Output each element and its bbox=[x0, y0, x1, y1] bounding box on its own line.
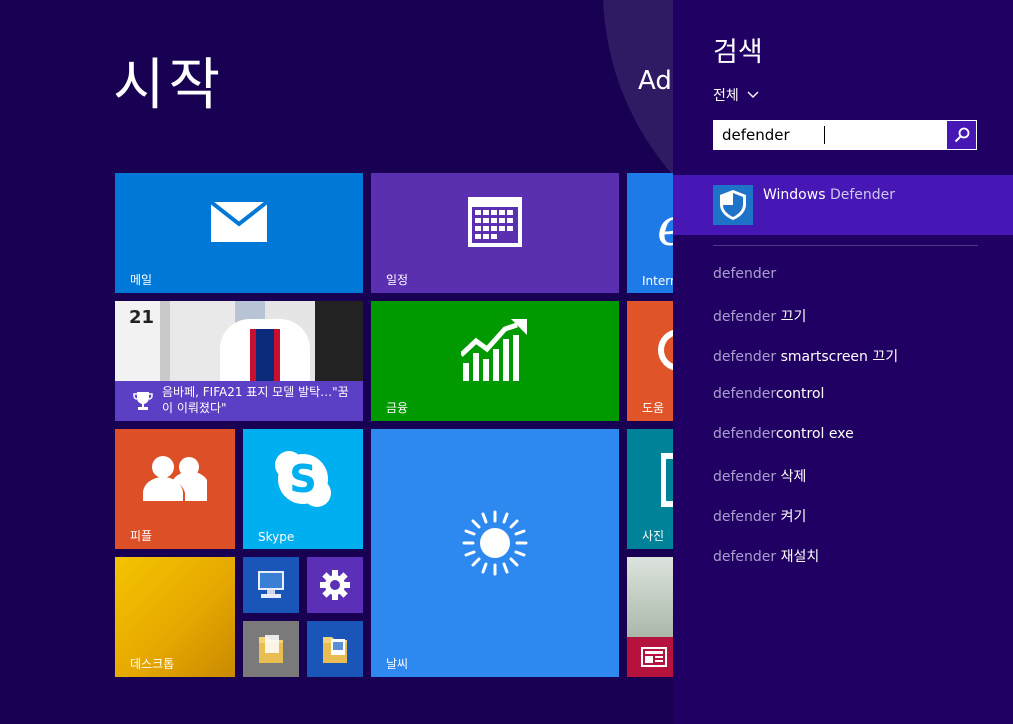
search-pane: 검색 전체 Windows Defender defender bbox=[673, 0, 1013, 724]
result-divider bbox=[713, 245, 978, 246]
settings-gear-icon bbox=[320, 570, 350, 600]
tile-skype[interactable]: S Skype bbox=[243, 429, 363, 549]
search-suggestion[interactable]: defender 끄기 bbox=[713, 306, 806, 326]
tile-help[interactable]: 도움 bbox=[627, 301, 673, 421]
result-app-tile bbox=[713, 185, 753, 225]
search-pane-title: 검색 bbox=[713, 37, 763, 68]
tile-label: 날씨 bbox=[386, 657, 409, 671]
chevron-down-icon bbox=[747, 91, 759, 98]
tile-label: 일정 bbox=[386, 273, 409, 287]
search-suggestion[interactable]: defendercontrol exe bbox=[713, 426, 854, 442]
tile-label: 메일 bbox=[130, 273, 153, 287]
tile-caption-bar bbox=[627, 637, 673, 677]
mail-icon bbox=[211, 202, 267, 242]
tile-file-explorer[interactable] bbox=[243, 621, 299, 677]
tile-label: Skype bbox=[258, 530, 295, 544]
search-scope-label: 전체 bbox=[713, 88, 739, 104]
news-icon bbox=[641, 647, 667, 667]
tile-news[interactable]: 21 음바페, FIFA21 표지 모델 발탁…"꿈이 이뤄졌다" bbox=[115, 301, 363, 421]
documents-icon bbox=[323, 637, 347, 663]
tile-label: 데스크톱 bbox=[130, 657, 175, 671]
help-icon bbox=[658, 329, 673, 371]
news-headline: 음바페, FIFA21 표지 모델 발탁…"꿈이 이뤄졌다" bbox=[162, 385, 349, 415]
tile-finance[interactable]: 금융 bbox=[371, 301, 619, 421]
tile-settings[interactable] bbox=[307, 557, 363, 613]
tile-image bbox=[627, 557, 673, 637]
text-cursor bbox=[824, 126, 825, 144]
trophy-icon bbox=[133, 392, 153, 410]
search-result-windows-defender[interactable]: Windows Defender bbox=[673, 175, 1013, 235]
tile-people[interactable]: 피플 bbox=[115, 429, 235, 549]
search-result-name: Windows Defender bbox=[763, 187, 896, 203]
ie-icon: e bbox=[657, 201, 673, 251]
photos-icon bbox=[661, 453, 673, 507]
finance-icon bbox=[461, 319, 527, 381]
tile-this-pc[interactable] bbox=[243, 557, 299, 613]
skype-icon: S bbox=[275, 451, 331, 507]
user-account-name[interactable]: Ad bbox=[638, 66, 672, 96]
weather-sun-icon bbox=[462, 510, 528, 576]
search-input[interactable] bbox=[713, 120, 943, 150]
tile-label: 사진 bbox=[642, 529, 665, 543]
start-title: 시작 bbox=[113, 53, 225, 118]
search-box bbox=[713, 120, 977, 150]
search-suggestion[interactable]: defender smartscreen 끄기 bbox=[713, 346, 898, 366]
tile-store[interactable] bbox=[627, 557, 673, 677]
defender-shield-icon bbox=[720, 190, 746, 220]
news-caption-bar: 음바페, FIFA21 표지 모델 발탁…"꿈이 이뤄졌다" bbox=[115, 381, 363, 421]
tile-label: 도움 bbox=[642, 401, 665, 415]
tile-documents[interactable] bbox=[307, 621, 363, 677]
svg-text:S: S bbox=[289, 457, 316, 501]
search-suggestion[interactable]: defender 삭제 bbox=[713, 466, 806, 486]
folder-icon bbox=[259, 635, 283, 663]
search-suggestion[interactable]: defender 켜기 bbox=[713, 506, 806, 526]
search-suggestion[interactable]: defender bbox=[713, 266, 776, 282]
tile-desktop[interactable]: 데스크톱 bbox=[115, 557, 235, 677]
tile-internet-explorer[interactable]: e Intern bbox=[627, 173, 673, 293]
news-image-text: 21 bbox=[129, 307, 155, 328]
svg-text:e: e bbox=[657, 201, 673, 251]
pc-icon bbox=[258, 571, 284, 598]
search-button[interactable] bbox=[947, 121, 976, 149]
calendar-icon bbox=[468, 197, 522, 247]
tile-label: 금융 bbox=[386, 401, 409, 415]
search-suggestion[interactable]: defender 재설치 bbox=[713, 546, 819, 566]
tile-calendar[interactable]: 일정 bbox=[371, 173, 619, 293]
news-player-figure bbox=[220, 319, 310, 381]
tile-photos[interactable]: 사진 bbox=[627, 429, 673, 549]
tile-weather[interactable]: 날씨 bbox=[371, 429, 619, 677]
search-icon bbox=[954, 127, 969, 143]
tile-mail[interactable]: 메일 bbox=[115, 173, 363, 293]
search-suggestion[interactable]: defendercontrol bbox=[713, 386, 824, 402]
search-scope-dropdown[interactable]: 전체 bbox=[713, 85, 759, 105]
news-photo: 21 bbox=[115, 301, 363, 381]
people-icon bbox=[143, 456, 207, 501]
tile-label: 피플 bbox=[130, 529, 153, 543]
tile-label: Intern bbox=[642, 274, 673, 288]
